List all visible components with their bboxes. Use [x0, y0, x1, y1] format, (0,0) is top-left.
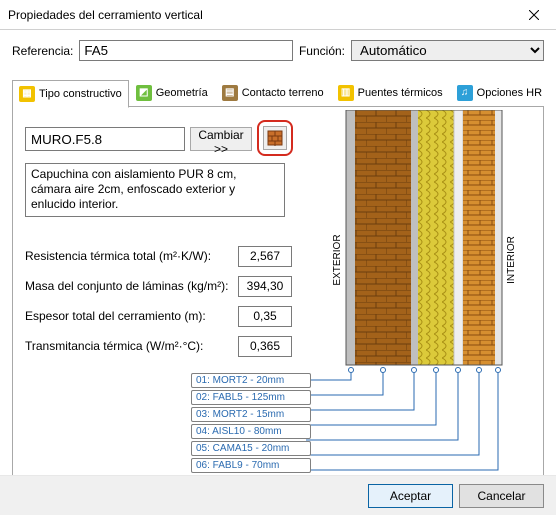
- window-title: Propiedades del cerramiento vertical: [8, 8, 511, 22]
- mass-value: 394,30: [238, 276, 292, 297]
- material-picker-button[interactable]: [263, 126, 287, 150]
- wall-svg: EXTERIOR INTERIOR: [306, 110, 531, 390]
- thickness-value: 0,35: [238, 306, 292, 327]
- change-button[interactable]: Cambiar >>: [190, 127, 252, 151]
- thickness-label: Espesor total del cerramiento (m):: [25, 309, 230, 323]
- layer-6: 06: FABL9 - 70mm: [191, 458, 311, 473]
- layer-3: 03: MORT2 - 15mm: [191, 407, 311, 422]
- bridge-icon: ▥: [338, 85, 354, 101]
- mass-label: Masa del conjunto de láminas (kg/m²):: [25, 279, 230, 293]
- leader-lines: [306, 368, 531, 478]
- wall-type-input[interactable]: [25, 127, 185, 151]
- tab-panel: Cambiar >> Capuchina con aislamiento PUR…: [12, 107, 544, 499]
- resistance-label: Resistencia térmica total (m²·K/W):: [25, 249, 230, 263]
- tab-geometria[interactable]: ◩Geometría: [129, 79, 215, 107]
- dialog-button-bar: Aceptar Cancelar: [0, 475, 556, 515]
- exterior-label: EXTERIOR: [332, 234, 343, 285]
- tab-contacto-terreno[interactable]: ▤Contacto terreno: [215, 79, 331, 107]
- layer-5: 05: CAMA15 - 20mm: [191, 441, 311, 456]
- close-icon: [529, 10, 539, 20]
- layers-icon: ▦: [19, 86, 35, 102]
- wall-diagram: EXTERIOR INTERIOR: [306, 110, 531, 393]
- sound-icon: ♫: [457, 85, 473, 101]
- function-label: Función:: [299, 44, 345, 58]
- close-button[interactable]: [511, 0, 556, 30]
- function-select[interactable]: Automático: [351, 40, 544, 61]
- brick-icon: [267, 130, 283, 146]
- accept-button[interactable]: Aceptar: [368, 484, 453, 508]
- layer-2: 02: FABL5 - 125mm: [191, 390, 311, 405]
- reference-label: Referencia:: [12, 44, 73, 58]
- interior-label: INTERIOR: [506, 236, 517, 284]
- geometry-icon: ◩: [136, 85, 152, 101]
- transmittance-value: 0,365: [238, 336, 292, 357]
- tab-bar: ▦Tipo constructivo ◩Geometría ▤Contacto …: [12, 79, 544, 107]
- tab-tipo-constructivo[interactable]: ▦Tipo constructivo: [12, 80, 129, 108]
- description-box: Capuchina con aislamiento PUR 8 cm, cáma…: [25, 163, 285, 217]
- tab-opciones-hr[interactable]: ♫Opciones HR: [450, 79, 549, 107]
- terrain-icon: ▤: [222, 85, 238, 101]
- resistance-value: 2,567: [238, 246, 292, 267]
- highlight-box: [257, 120, 293, 156]
- transmittance-label: Transmitancia térmica (W/m²·°C):: [25, 339, 230, 353]
- layer-1: 01: MORT2 - 20mm: [191, 373, 311, 388]
- title-bar: Propiedades del cerramiento vertical: [0, 0, 556, 30]
- layer-4: 04: AISL10 - 80mm: [191, 424, 311, 439]
- cancel-button[interactable]: Cancelar: [459, 484, 544, 508]
- reference-input[interactable]: [79, 40, 293, 61]
- tab-puentes-termicos[interactable]: ▥Puentes térmicos: [331, 79, 450, 107]
